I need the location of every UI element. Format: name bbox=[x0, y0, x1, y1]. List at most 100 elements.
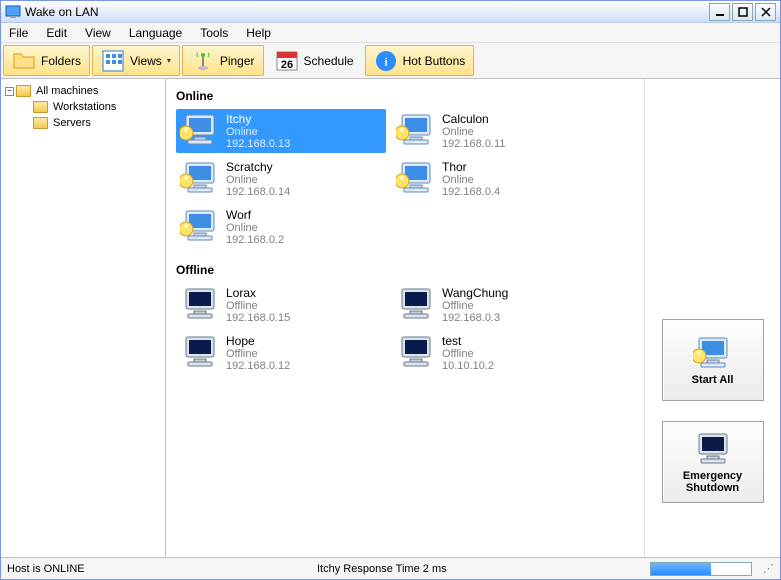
status-host: Host is ONLINE bbox=[7, 563, 307, 575]
computer-on-icon bbox=[180, 111, 220, 151]
toolbar: Folders Views ▾ Pinger 26 Schedule i Hot… bbox=[1, 43, 780, 79]
menu-help[interactable]: Help bbox=[246, 26, 271, 40]
machine-item[interactable]: ScratchyOnline192.168.0.14 bbox=[176, 157, 386, 201]
antenna-icon bbox=[191, 49, 215, 73]
window-title: Wake on LAN bbox=[25, 5, 709, 19]
toolbar-hotbuttons[interactable]: i Hot Buttons bbox=[365, 45, 475, 76]
folder-icon bbox=[12, 49, 36, 73]
machine-status: Offline bbox=[442, 300, 508, 312]
resize-gripper-icon[interactable]: ⋰ bbox=[762, 562, 774, 575]
calendar-icon: 26 bbox=[275, 49, 299, 73]
views-icon bbox=[101, 49, 125, 73]
machine-ip: 192.168.0.4 bbox=[442, 186, 500, 198]
hot-buttons-panel: Start All Emergency Shutdown bbox=[645, 79, 780, 557]
computer-on-icon bbox=[396, 111, 436, 151]
computer-on-icon bbox=[180, 207, 220, 247]
emergency-label: Emergency Shutdown bbox=[683, 470, 742, 494]
machine-name: WangChung bbox=[442, 286, 508, 300]
machine-item[interactable]: testOffline10.10.10.2 bbox=[392, 331, 602, 375]
machine-ip: 10.10.10.2 bbox=[442, 360, 494, 372]
toolbar-folders[interactable]: Folders bbox=[3, 45, 90, 76]
machine-item[interactable]: WangChungOffline192.168.0.3 bbox=[392, 283, 602, 327]
status-response: Itchy Response Time 2 ms bbox=[317, 563, 640, 575]
machine-status: Online bbox=[226, 174, 290, 186]
machine-name: Itchy bbox=[226, 112, 290, 126]
tree-servers-label: Servers bbox=[53, 117, 91, 129]
machine-ip: 192.168.0.15 bbox=[226, 312, 290, 324]
menu-tools[interactable]: Tools bbox=[200, 26, 228, 40]
group-online: Online bbox=[176, 89, 634, 103]
collapse-icon[interactable]: − bbox=[5, 87, 14, 96]
menu-file[interactable]: File bbox=[9, 26, 28, 40]
machine-item[interactable]: CalculonOnline192.168.0.11 bbox=[392, 109, 602, 153]
toolbar-schedule-label: Schedule bbox=[304, 54, 354, 68]
start-all-label: Start All bbox=[692, 374, 734, 386]
machine-ip: 192.168.0.3 bbox=[442, 312, 508, 324]
toolbar-pinger-label: Pinger bbox=[220, 54, 255, 68]
machine-name: Lorax bbox=[226, 286, 290, 300]
computer-off-icon bbox=[396, 333, 436, 373]
menu-view[interactable]: View bbox=[85, 26, 111, 40]
folder-icon bbox=[33, 117, 48, 129]
computer-on-icon bbox=[180, 159, 220, 199]
toolbar-pinger[interactable]: Pinger bbox=[182, 45, 264, 76]
progress-bar bbox=[650, 562, 752, 576]
toolbar-schedule[interactable]: 26 Schedule bbox=[266, 45, 363, 76]
machine-status: Online bbox=[226, 222, 284, 234]
titlebar: Wake on LAN bbox=[1, 1, 780, 23]
machine-item[interactable]: ItchyOnline192.168.0.13 bbox=[176, 109, 386, 153]
menu-language[interactable]: Language bbox=[129, 26, 182, 40]
machine-name: Worf bbox=[226, 208, 284, 222]
machine-ip: 192.168.0.12 bbox=[226, 360, 290, 372]
toolbar-views-label: Views bbox=[130, 54, 162, 68]
machine-name: Scratchy bbox=[226, 160, 290, 174]
folder-icon bbox=[33, 101, 48, 113]
computer-off-icon bbox=[693, 430, 733, 466]
computer-on-icon bbox=[693, 334, 733, 370]
machine-item[interactable]: LoraxOffline192.168.0.15 bbox=[176, 283, 386, 327]
machine-ip: 192.168.0.2 bbox=[226, 234, 284, 246]
tree-workstations-label: Workstations bbox=[53, 101, 116, 113]
tree-workstations[interactable]: Workstations bbox=[5, 99, 161, 115]
statusbar: Host is ONLINE Itchy Response Time 2 ms … bbox=[1, 557, 780, 579]
chevron-down-icon: ▾ bbox=[167, 56, 171, 65]
close-button[interactable] bbox=[755, 3, 776, 21]
start-all-button[interactable]: Start All bbox=[662, 319, 764, 401]
menubar: File Edit View Language Tools Help bbox=[1, 23, 780, 43]
machine-ip: 192.168.0.14 bbox=[226, 186, 290, 198]
machine-ip: 192.168.0.11 bbox=[442, 138, 505, 150]
computer-off-icon bbox=[396, 285, 436, 325]
computer-on-icon bbox=[396, 159, 436, 199]
machine-item[interactable]: HopeOffline192.168.0.12 bbox=[176, 331, 386, 375]
maximize-button[interactable] bbox=[732, 3, 753, 21]
computer-off-icon bbox=[180, 285, 220, 325]
toolbar-folders-label: Folders bbox=[41, 54, 81, 68]
machine-status: Offline bbox=[442, 348, 494, 360]
folder-tree[interactable]: − All machines Workstations Servers bbox=[1, 79, 166, 557]
machine-status: Online bbox=[226, 126, 290, 138]
tree-root-label: All machines bbox=[36, 85, 98, 97]
computer-off-icon bbox=[180, 333, 220, 373]
machine-name: Calculon bbox=[442, 112, 505, 126]
machine-item[interactable]: WorfOnline192.168.0.2 bbox=[176, 205, 386, 249]
menu-edit[interactable]: Edit bbox=[46, 26, 67, 40]
group-offline: Offline bbox=[176, 263, 634, 277]
toolbar-hotbuttons-label: Hot Buttons bbox=[403, 54, 466, 68]
tree-root[interactable]: − All machines bbox=[5, 83, 161, 99]
machine-name: Thor bbox=[442, 160, 500, 174]
machine-list[interactable]: Online ItchyOnline192.168.0.13CalculonOn… bbox=[166, 79, 645, 557]
minimize-button[interactable] bbox=[709, 3, 730, 21]
emergency-shutdown-button[interactable]: Emergency Shutdown bbox=[662, 421, 764, 503]
machine-status: Offline bbox=[226, 300, 290, 312]
machine-status: Online bbox=[442, 126, 505, 138]
machine-status: Offline bbox=[226, 348, 290, 360]
machine-item[interactable]: ThorOnline192.168.0.4 bbox=[392, 157, 602, 201]
machine-name: test bbox=[442, 334, 494, 348]
toolbar-views[interactable]: Views ▾ bbox=[92, 45, 180, 76]
svg-text:i: i bbox=[384, 57, 387, 69]
app-icon bbox=[5, 4, 21, 20]
machine-ip: 192.168.0.13 bbox=[226, 138, 290, 150]
folder-icon bbox=[16, 85, 31, 97]
tree-servers[interactable]: Servers bbox=[5, 115, 161, 131]
machine-name: Hope bbox=[226, 334, 290, 348]
